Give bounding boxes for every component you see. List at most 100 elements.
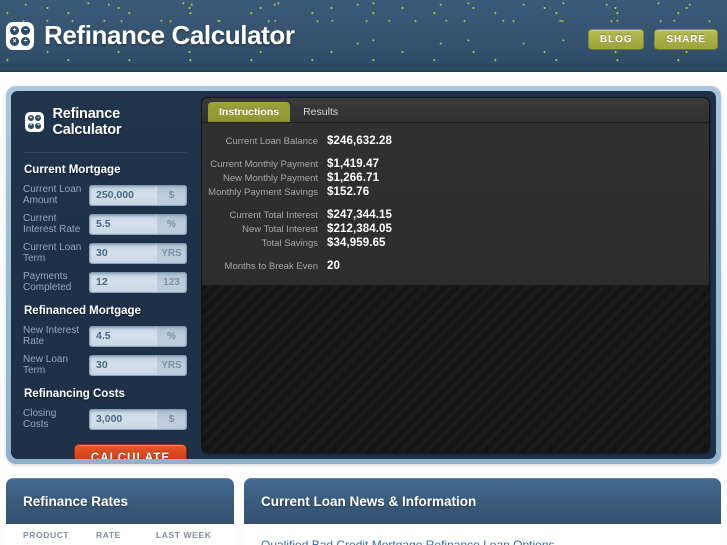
result-value: $212,384.05 <box>327 223 393 235</box>
brand: + − × ÷ Refinance Calculator <box>6 20 295 51</box>
result-row-monthly-payment-savings: Monthly Payment Savings $152.76 <box>202 186 709 198</box>
logo-plus-icon: + <box>28 114 34 122</box>
share-button[interactable]: SHARE <box>654 29 718 50</box>
field-label: New Loan Term <box>23 354 69 376</box>
calculator-sidebar: + − × ÷ Refinance Calculator Current Mor… <box>11 91 201 459</box>
rates-column-last-week: LAST WEEK <box>156 529 212 540</box>
field-current-loan-term: Current Loan Term 30 YRS <box>23 242 187 264</box>
logo-plus-icon: + <box>10 25 19 35</box>
closing-costs-input[interactable]: 3,000 $ <box>89 408 187 430</box>
calculate-button-wrap: CALCULATE <box>23 444 187 459</box>
result-label: Monthly Payment Savings <box>208 187 318 198</box>
field-unit: YRS <box>156 355 186 375</box>
result-row-total-savings: Total Savings $34,959.65 <box>202 237 709 249</box>
current-interest-rate-input[interactable]: 5.5 % <box>89 213 187 235</box>
result-label: Current Total Interest <box>229 210 318 221</box>
logo-multiply-icon: × <box>28 122 34 129</box>
result-value: $1,266.71 <box>327 172 380 184</box>
sidebar-brand: + − × ÷ Refinance Calculator <box>25 106 187 138</box>
header-actions: BLOG SHARE <box>587 29 718 50</box>
page-root: + − × ÷ Refinance Calculator BLOG SHARE … <box>0 0 727 545</box>
group-title-current-mortgage: Current Mortgage <box>24 164 121 176</box>
result-label: New Monthly Payment <box>222 173 318 184</box>
field-unit: $ <box>156 409 186 429</box>
result-row-current-monthly-payment: Current Monthly Payment $1,419.47 <box>202 158 709 170</box>
field-label: Closing Costs <box>23 408 57 430</box>
loan-news-header: Current Loan News & Information <box>244 478 721 524</box>
result-label: Current Loan Balance <box>225 136 318 147</box>
blog-button[interactable]: BLOG <box>587 29 645 50</box>
field-new-loan-term: New Loan Term 30 YRS <box>23 354 187 376</box>
field-label: Current Loan Amount <box>23 184 82 206</box>
field-label: Current Loan Term <box>23 242 82 264</box>
loan-news-title: Current Loan News & Information <box>261 493 477 509</box>
result-row-months-to-break-even: Months to Break Even 20 <box>202 260 709 272</box>
result-row-current-total-interest: Current Total Interest $247,344.15 <box>202 209 709 221</box>
field-value: 5.5 <box>96 218 111 230</box>
current-loan-term-input[interactable]: 30 YRS <box>89 242 187 264</box>
group-title-refinanced-mortgage: Refinanced Mortgage <box>24 305 141 317</box>
loan-news-body: Qualified Bad Credit Mortgage Refinance … <box>244 524 721 545</box>
refinance-rates-panel: Refinance Rates PRODUCT RATE LAST WEEK <box>6 478 234 545</box>
result-value: $247,344.15 <box>327 209 393 221</box>
current-loan-amount-input[interactable]: 250,000 $ <box>89 184 187 206</box>
calculator-logo-icon: + − × ÷ <box>6 21 34 50</box>
field-new-interest-rate: New Interest Rate 4.5 % <box>23 325 187 347</box>
loan-news-panel: Current Loan News & Information Qualifie… <box>244 478 721 545</box>
result-label: New Total Interest <box>242 224 318 235</box>
logo-divide-icon: ÷ <box>35 122 42 129</box>
new-interest-rate-input[interactable]: 4.5 % <box>89 325 187 347</box>
sidebar-divider <box>23 152 187 153</box>
logo-divide-icon: ÷ <box>21 36 30 46</box>
field-current-interest-rate: Current Interest Rate 5.5 % <box>23 213 187 235</box>
field-unit: % <box>156 326 186 346</box>
calculator-app-shell: + − × ÷ Refinance Calculator Current Mor… <box>6 86 721 464</box>
rates-table-header: PRODUCT RATE LAST WEEK <box>6 524 234 545</box>
calculate-button[interactable]: CALCULATE <box>74 444 187 459</box>
result-row-current-loan-balance: Current Loan Balance $246,632.28 <box>202 135 709 147</box>
tab-results[interactable]: Results <box>292 102 349 122</box>
field-label: New Interest Rate <box>23 325 80 347</box>
tab-instructions[interactable]: Instructions <box>208 102 291 122</box>
logo-minus-icon: − <box>21 25 30 35</box>
field-current-loan-amount: Current Loan Amount 250,000 $ <box>23 184 187 206</box>
logo-minus-icon: − <box>35 114 42 122</box>
result-label: Current Monthly Payment <box>210 159 318 170</box>
site-header: + − × ÷ Refinance Calculator BLOG SHARE <box>0 0 727 72</box>
field-value: 250,000 <box>96 189 134 201</box>
results-list: Current Loan Balance $246,632.28 Current… <box>202 123 709 286</box>
site-title: Refinance Calculator <box>44 20 295 50</box>
rates-column-product: PRODUCT <box>23 529 70 540</box>
logo-multiply-icon: × <box>10 36 19 46</box>
news-link[interactable]: Qualified Bad Credit Mortgage Refinance … <box>261 538 704 545</box>
field-value: 30 <box>96 247 108 259</box>
field-label: Current Interest Rate <box>23 213 81 235</box>
field-value: 30 <box>96 359 108 371</box>
field-unit: $ <box>156 185 186 205</box>
calculator-content: Instructions Results Current Loan Balanc… <box>201 91 716 459</box>
new-loan-term-input[interactable]: 30 YRS <box>89 354 187 376</box>
result-value: $1,419.47 <box>327 158 380 170</box>
payments-completed-input[interactable]: 12 123 <box>89 271 187 293</box>
result-label: Total Savings <box>261 238 318 249</box>
group-title-refinancing-costs: Refinancing Costs <box>24 388 125 400</box>
field-value: 12 <box>96 276 108 288</box>
field-unit: 123 <box>156 272 186 292</box>
rates-column-rate: RATE <box>96 529 121 540</box>
calculator-app: + − × ÷ Refinance Calculator Current Mor… <box>11 91 716 459</box>
bottom-panels: Refinance Rates PRODUCT RATE LAST WEEK C… <box>0 478 727 545</box>
field-unit: YRS <box>156 243 186 263</box>
sidebar-title: Refinance Calculator <box>52 106 122 138</box>
result-row-new-monthly-payment: New Monthly Payment $1,266.71 <box>202 172 709 184</box>
field-payments-completed: Payments Completed 12 123 <box>23 271 187 293</box>
refinance-rates-header: Refinance Rates <box>6 478 234 524</box>
results-empty-area <box>202 286 709 452</box>
result-label: Months to Break Even <box>224 261 318 272</box>
field-value: 3,000 <box>96 413 123 425</box>
result-value: $246,632.28 <box>327 135 393 147</box>
tab-strip: Instructions Results <box>202 98 709 123</box>
result-value: 20 <box>327 260 340 272</box>
result-value: $34,959.65 <box>327 237 386 249</box>
sidebar-calculator-logo-icon: + − × ÷ <box>25 112 45 132</box>
field-unit: % <box>156 214 186 234</box>
